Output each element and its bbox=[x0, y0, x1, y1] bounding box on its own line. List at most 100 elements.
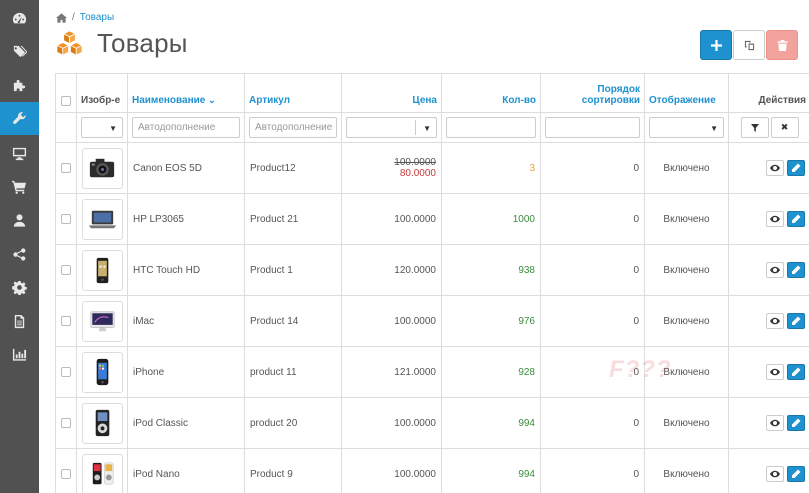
model-filter-input[interactable]: Автодополнение bbox=[249, 117, 337, 138]
filter-image-cell: ▼ bbox=[76, 112, 128, 143]
view-product-button[interactable] bbox=[766, 160, 784, 176]
dashboard-icon bbox=[12, 12, 27, 24]
edit-product-button[interactable] bbox=[787, 313, 805, 329]
product-model: Product12 bbox=[244, 142, 342, 194]
edit-product-button[interactable] bbox=[787, 364, 805, 380]
price-sort-link[interactable]: Цена bbox=[412, 95, 437, 106]
row-checkbox[interactable] bbox=[61, 214, 71, 224]
sidebar-item-statistics[interactable] bbox=[0, 338, 39, 371]
view-product-button[interactable] bbox=[766, 211, 784, 227]
camera-thumbnail-icon bbox=[89, 158, 115, 177]
status-column-header[interactable]: Отображение bbox=[644, 73, 729, 113]
product-price-value: 120.0000 bbox=[394, 264, 436, 276]
edit-product-button[interactable] bbox=[787, 262, 805, 278]
filter-quantity-cell bbox=[441, 112, 541, 143]
view-product-button[interactable] bbox=[766, 313, 784, 329]
edit-product-button[interactable] bbox=[787, 160, 805, 176]
delete-product-button[interactable] bbox=[766, 30, 798, 60]
product-sort-order: 0 bbox=[540, 448, 645, 493]
page-title: Товары bbox=[97, 28, 188, 58]
product-price-value: 121.0000 bbox=[394, 366, 436, 378]
eye-icon bbox=[770, 164, 780, 172]
row-checkbox[interactable] bbox=[61, 163, 71, 173]
quantity-sort-link[interactable]: Кол-во bbox=[502, 95, 536, 106]
breadcrumb-products-link[interactable]: Товары bbox=[80, 12, 114, 23]
product-name: iPod Nano bbox=[127, 448, 245, 493]
sidebar-item-system[interactable] bbox=[0, 271, 39, 304]
product-model: Product 1 bbox=[244, 244, 342, 296]
product-name: Canon EOS 5D bbox=[127, 142, 245, 194]
row-checkbox[interactable] bbox=[61, 367, 71, 377]
edit-product-button[interactable] bbox=[787, 466, 805, 482]
pencil-icon bbox=[792, 418, 801, 427]
tags-icon bbox=[12, 45, 27, 58]
product-price: 100.0000 bbox=[341, 193, 442, 245]
product-status: Включено bbox=[644, 448, 729, 493]
product-actions-cell bbox=[728, 193, 809, 245]
model-column-header[interactable]: Артикул bbox=[244, 73, 342, 113]
edit-product-button[interactable] bbox=[787, 211, 805, 227]
row-checkbox[interactable] bbox=[61, 316, 71, 326]
add-product-button[interactable] bbox=[700, 30, 732, 60]
sidebar-item-sales[interactable] bbox=[0, 170, 39, 203]
image-filter-select[interactable]: ▼ bbox=[81, 117, 123, 138]
sort-order-filter-input[interactable] bbox=[545, 117, 640, 138]
sort-order-column-header[interactable]: Порядок сортировки bbox=[540, 73, 645, 113]
product-price: 100.0000 bbox=[341, 448, 442, 493]
apply-filter-button[interactable] bbox=[740, 117, 769, 138]
name-filter-input[interactable]: Автодополнение bbox=[132, 117, 240, 138]
sidebar-item-marketing[interactable] bbox=[0, 238, 39, 271]
admin-app: / Товары Товары Изобр-е Наименование ⌄ А… bbox=[0, 0, 809, 493]
name-sort-link[interactable]: Наименование ⌄ bbox=[132, 95, 216, 106]
product-image-cell bbox=[76, 397, 128, 449]
row-checkbox[interactable] bbox=[61, 418, 71, 428]
home-icon[interactable] bbox=[56, 12, 67, 23]
row-checkbox[interactable] bbox=[61, 265, 71, 275]
name-column-header[interactable]: Наименование ⌄ bbox=[127, 73, 245, 113]
product-quantity: 1000 bbox=[441, 193, 541, 245]
quantity-column-header[interactable]: Кол-во bbox=[441, 73, 541, 113]
phone-thumbnail-icon bbox=[96, 257, 109, 283]
product-thumbnail bbox=[82, 453, 123, 493]
edit-product-button[interactable] bbox=[787, 415, 805, 431]
product-actions-cell bbox=[728, 448, 809, 493]
product-quantity: 938 bbox=[441, 244, 541, 296]
status-filter-select[interactable]: ▼ bbox=[649, 117, 724, 138]
sidebar-item-extensions[interactable] bbox=[0, 69, 39, 102]
row-checkbox[interactable] bbox=[61, 469, 71, 479]
view-product-button[interactable] bbox=[766, 415, 784, 431]
sort-order-sort-link[interactable]: Порядок сортировки bbox=[582, 84, 640, 106]
view-product-button[interactable] bbox=[766, 262, 784, 278]
table-header-row: Изобр-е Наименование ⌄ Артикул Цена Кол-… bbox=[55, 73, 809, 113]
clear-filter-button[interactable]: ✖ bbox=[770, 117, 799, 138]
iphone-thumbnail-icon bbox=[96, 358, 109, 385]
view-product-button[interactable] bbox=[766, 466, 784, 482]
row-select-cell bbox=[55, 397, 77, 449]
gear-icon bbox=[12, 280, 27, 295]
sidebar-item-dashboard[interactable] bbox=[0, 2, 39, 35]
price-filter-select[interactable]: ▼ bbox=[346, 117, 437, 138]
product-thumbnail bbox=[82, 198, 123, 240]
product-name: HP LP3065 bbox=[127, 193, 245, 245]
product-model: product 11 bbox=[244, 346, 342, 398]
product-quantity: 994 bbox=[441, 448, 541, 493]
select-all-checkbox[interactable] bbox=[61, 96, 71, 106]
cart-icon bbox=[12, 180, 27, 194]
quantity-filter-input[interactable] bbox=[446, 117, 536, 138]
view-product-button[interactable] bbox=[766, 364, 784, 380]
pencil-icon bbox=[792, 316, 801, 325]
product-name: HTC Touch HD bbox=[127, 244, 245, 296]
model-sort-link[interactable]: Артикул bbox=[249, 95, 290, 106]
sidebar-item-customers[interactable] bbox=[0, 204, 39, 237]
price-column-header[interactable]: Цена bbox=[341, 73, 442, 113]
sidebar-item-catalog[interactable] bbox=[0, 35, 39, 68]
status-sort-link[interactable]: Отображение bbox=[649, 95, 716, 106]
sidebar-item-reports[interactable] bbox=[0, 305, 39, 338]
filter-cell-empty bbox=[55, 112, 77, 143]
product-price: 100.0000 80.0000 bbox=[341, 142, 442, 194]
product-name: iPhone bbox=[127, 346, 245, 398]
ipod-thumbnail-icon bbox=[95, 409, 110, 436]
sidebar-item-display[interactable] bbox=[0, 137, 39, 170]
copy-product-button[interactable] bbox=[733, 30, 765, 60]
sidebar-item-design[interactable] bbox=[0, 102, 39, 135]
